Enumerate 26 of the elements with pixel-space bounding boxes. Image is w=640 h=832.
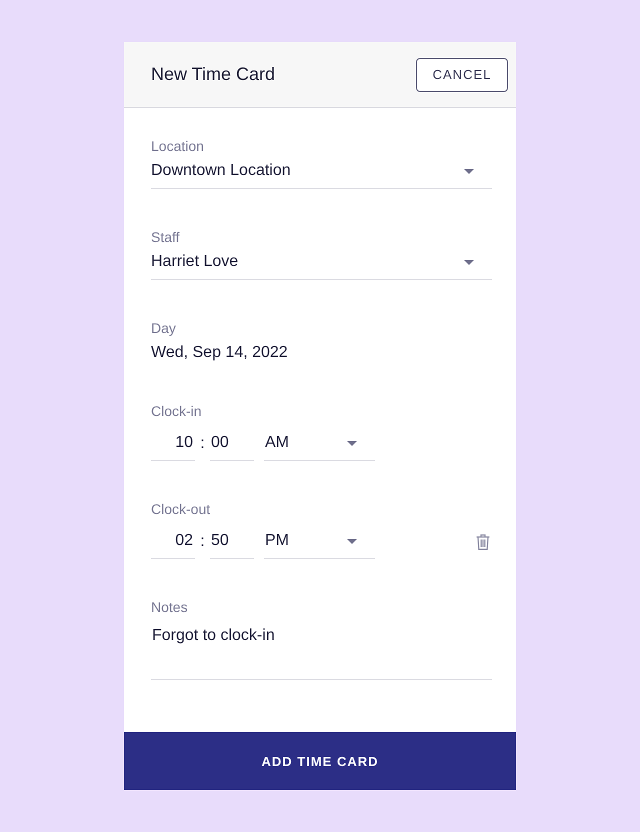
field-label: Clock-in	[151, 402, 202, 420]
dropdown-field[interactable]: Downtown Location	[151, 155, 492, 189]
field-label: Notes	[151, 598, 188, 616]
cancel-button[interactable]: CANCEL	[416, 58, 508, 92]
form-title: New Time Card	[151, 64, 276, 85]
period-dropdown[interactable]: PM	[264, 518, 375, 559]
notes-field[interactable]: Forgot to clock-in	[151, 616, 492, 680]
field-label: Day	[151, 319, 176, 337]
hour-field[interactable]: 10	[151, 420, 195, 461]
hour-field[interactable]: 02	[151, 518, 195, 559]
dropdown-field[interactable]: Harriet Love	[151, 246, 492, 280]
time-separator: :	[199, 532, 206, 550]
minute-field[interactable]: 00	[210, 420, 254, 461]
add-time-card-button[interactable]: ADD TIME CARD	[124, 732, 516, 790]
minute-field[interactable]: 50	[210, 518, 254, 559]
period-dropdown[interactable]: AM	[264, 420, 375, 461]
field-label: Clock-out	[151, 500, 210, 518]
caret-icon	[347, 440, 357, 446]
field-label: Staff	[151, 228, 180, 246]
time-separator: :	[199, 434, 206, 452]
date-value[interactable]: Wed, Sep 14, 2022	[151, 337, 288, 363]
caret-icon	[464, 168, 474, 174]
caret-icon	[464, 260, 474, 264]
caret-icon	[347, 538, 357, 544]
field-label: Location	[151, 137, 204, 155]
trash-icon[interactable]	[476, 534, 490, 550]
